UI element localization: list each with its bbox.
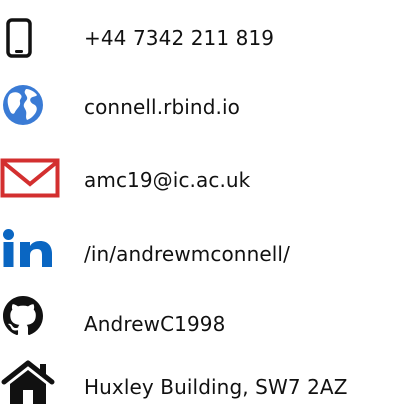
phone-link[interactable]: +44 7342 211 819 xyxy=(84,26,274,50)
github-link[interactable]: AndrewC1998 xyxy=(84,312,225,336)
envelope-icon xyxy=(0,158,60,208)
smartphone-icon xyxy=(6,18,56,68)
email-link[interactable]: amc19@ic.ac.uk xyxy=(84,168,250,192)
home-icon xyxy=(0,360,55,410)
globe-icon xyxy=(2,84,52,134)
contact-linkedin: /in/andrewmconnell/ xyxy=(0,228,393,278)
github-icon xyxy=(3,296,53,346)
linkedin-icon xyxy=(2,228,52,278)
contact-email: amc19@ic.ac.uk xyxy=(0,158,393,208)
website-link[interactable]: connell.rbind.io xyxy=(84,95,240,119)
contact-github: AndrewC1998 xyxy=(0,296,393,346)
contact-phone: +44 7342 211 819 xyxy=(0,18,393,68)
address-text: Huxley Building, SW7 2AZ xyxy=(84,375,348,399)
contact-address: Huxley Building, SW7 2AZ xyxy=(0,360,393,410)
contact-website: connell.rbind.io xyxy=(0,84,393,134)
linkedin-link[interactable]: /in/andrewmconnell/ xyxy=(84,242,290,266)
contact-list: +44 7342 211 819 connell.rbind.io amc19@… xyxy=(0,0,393,404)
